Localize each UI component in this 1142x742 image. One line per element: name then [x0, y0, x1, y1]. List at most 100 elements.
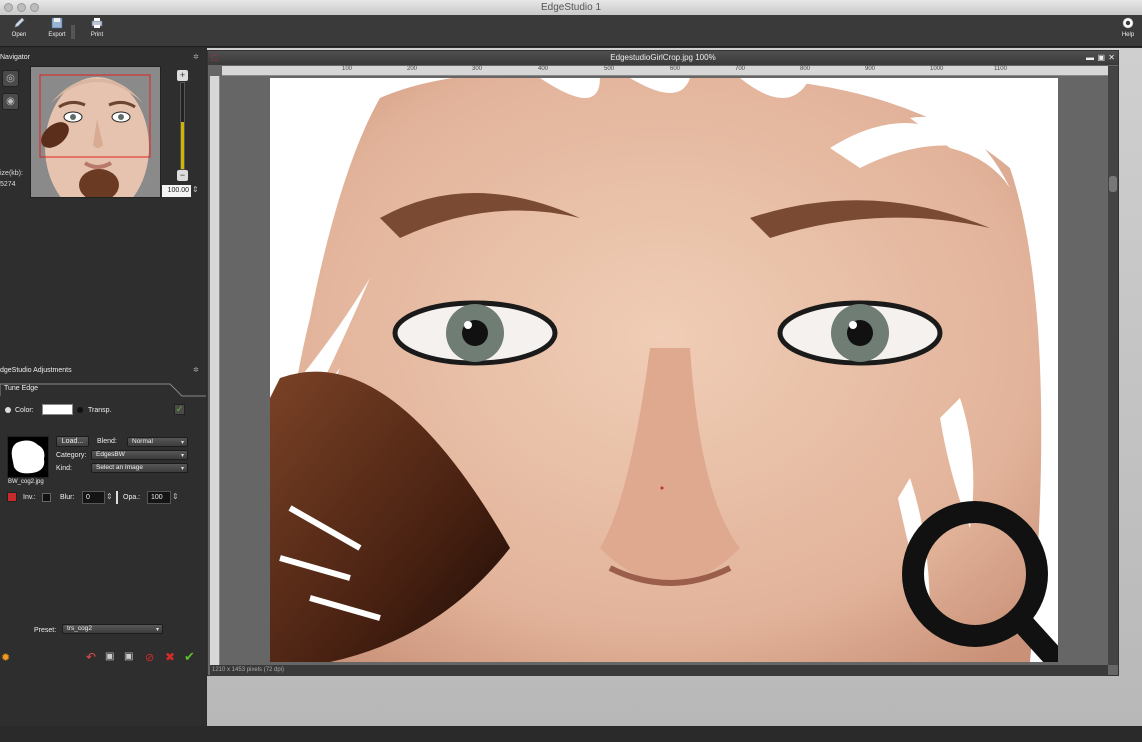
- zoom-window-button[interactable]: [30, 3, 39, 12]
- print-button[interactable]: Print: [80, 17, 114, 45]
- zoom-stepper[interactable]: ⇕: [192, 185, 199, 194]
- ruler-tick: 900: [865, 66, 876, 72]
- inv-color-swatch[interactable]: [7, 492, 17, 502]
- opacity-field[interactable]: 100: [147, 491, 171, 504]
- circle-icon: ◎: [6, 73, 15, 84]
- navigator-thumbnail[interactable]: [30, 66, 161, 198]
- undo-icon[interactable]: ↶: [86, 650, 96, 664]
- ruler-tick: 800: [800, 66, 811, 72]
- document-status: 1210 x 1453 pixels (72 dpi): [210, 665, 1108, 676]
- blend-select[interactable]: Normal ▾: [127, 437, 188, 447]
- window-titlebar: EdgeStudio 1: [0, 0, 1142, 15]
- bottom-bar: [0, 726, 1142, 742]
- inv-label: Inv.:: [23, 494, 36, 501]
- close-doc-button[interactable]: ✕: [1108, 51, 1115, 65]
- cancel-icon[interactable]: ✖: [165, 650, 175, 664]
- ruler-tick: 1000: [930, 66, 944, 72]
- document-titlebar[interactable]: ⬚ EdgestudioGirlCrop.jpg 100% ▬ ▣ ✕: [208, 51, 1118, 65]
- actual-size-button[interactable]: ◉: [2, 93, 19, 110]
- preset-select[interactable]: trs_cog2 ▾: [62, 624, 163, 634]
- face-image: [270, 78, 1058, 662]
- zoom-out-button[interactable]: −: [177, 170, 188, 181]
- opacity-stepper[interactable]: ⇕: [172, 492, 179, 501]
- adjustments-gear-icon[interactable]: ✲: [193, 366, 199, 374]
- print-label: Print: [90, 32, 104, 38]
- document-icon: ⬚: [211, 53, 219, 62]
- opa-label: Opa.:: [123, 494, 141, 501]
- save-preset-icon[interactable]: ▣: [105, 651, 114, 662]
- ruler-tick: 1100: [994, 66, 1007, 72]
- export-dropdown-arrow[interactable]: [71, 25, 75, 39]
- scrollbar-thumb[interactable]: [1109, 176, 1117, 192]
- transp-radio[interactable]: [77, 407, 83, 413]
- edge-shape-image: [8, 437, 48, 477]
- tab-tune-edge[interactable]: Tune Edge: [4, 385, 38, 392]
- chevron-down-icon: ▾: [180, 466, 184, 472]
- vertical-ruler: [210, 76, 220, 666]
- vertical-scrollbar[interactable]: [1108, 66, 1118, 665]
- ok-icon[interactable]: ✔: [184, 649, 195, 665]
- ruler-tick: 600: [670, 66, 681, 72]
- blend-label: Blend:: [97, 438, 117, 445]
- load-button[interactable]: Load...: [56, 436, 89, 447]
- target-icon: ◉: [6, 96, 15, 107]
- ruler-tick: 200: [407, 66, 418, 72]
- lifebuoy-icon: [1122, 17, 1134, 29]
- pencil-icon: [14, 17, 25, 28]
- main-toolbar: Open Export Print Help: [0, 15, 1142, 47]
- zoom-in-button[interactable]: +: [177, 70, 188, 81]
- kind-select-value: Select an Image: [96, 464, 143, 471]
- help-button[interactable]: Help: [1114, 17, 1142, 45]
- color-radio[interactable]: [5, 407, 11, 413]
- size-label: ize(kb):: [0, 170, 23, 177]
- zoom-slider-fill: [181, 121, 184, 169]
- image-canvas[interactable]: [270, 78, 1058, 662]
- blend-select-value: Normal: [132, 438, 153, 445]
- preset-label: Preset:: [34, 627, 57, 634]
- close-window-button[interactable]: [4, 3, 13, 12]
- horizontal-ruler: 100 200 300 400 500 600 700 800 900 1000…: [222, 66, 1108, 76]
- chevron-down-icon: ▾: [180, 453, 184, 459]
- load-preset-icon[interactable]: ▣: [124, 651, 133, 662]
- kind-label: Kind:: [56, 465, 72, 472]
- minimize-window-button[interactable]: [17, 3, 26, 12]
- color-swatch[interactable]: [42, 404, 73, 415]
- category-select-value: EdgesBW: [96, 451, 125, 458]
- ruler-tick: 700: [735, 66, 746, 72]
- chevron-down-icon: ▾: [155, 627, 159, 633]
- open-label: Open: [11, 32, 27, 38]
- export-label: Export: [48, 32, 66, 38]
- category-label: Category:: [56, 452, 87, 459]
- face-thumbnail-image: [31, 67, 160, 197]
- inv-checkbox[interactable]: [42, 493, 51, 502]
- ruler-tick: 400: [538, 66, 549, 72]
- zoom-slider[interactable]: [180, 82, 185, 170]
- sun-icon[interactable]: ✹: [1, 651, 10, 664]
- delete-icon[interactable]: ⊘: [145, 651, 154, 664]
- adjustments-title: dgeStudio Adjustments: [0, 367, 72, 374]
- blur-stepper[interactable]: ⇕: [106, 492, 113, 501]
- blur-field[interactable]: 0: [82, 491, 105, 504]
- kind-select[interactable]: Select an Image ▾: [91, 463, 188, 473]
- document-window: ⬚ EdgestudioGirlCrop.jpg 100% ▬ ▣ ✕ 100 …: [207, 50, 1119, 676]
- divider: [116, 491, 118, 504]
- transp-label: Transp.: [88, 407, 112, 414]
- open-button[interactable]: Open: [2, 17, 36, 45]
- fit-view-button[interactable]: ◎: [2, 70, 19, 87]
- help-label: Help: [1121, 32, 1135, 38]
- zoom-value-field[interactable]: 100.00: [162, 185, 191, 197]
- apply-checkbox[interactable]: ✓: [174, 404, 185, 415]
- size-value: 5274: [0, 181, 16, 188]
- category-select[interactable]: EdgesBW ▾: [91, 450, 188, 460]
- maximize-doc-button[interactable]: ▣: [1097, 51, 1105, 65]
- document-title: EdgestudioGirlCrop.jpg 100%: [610, 53, 716, 62]
- export-button[interactable]: Export: [40, 17, 74, 45]
- minimize-doc-button[interactable]: ▬: [1086, 51, 1094, 65]
- chevron-down-icon: ▾: [180, 440, 184, 446]
- printer-icon: [91, 18, 103, 28]
- gear-icon[interactable]: ✲: [193, 53, 199, 61]
- ruler-tick: 300: [472, 66, 483, 72]
- edge-preview-image[interactable]: [7, 436, 49, 478]
- preset-select-value: trs_cog2: [67, 625, 92, 632]
- color-label: Color:: [15, 407, 34, 414]
